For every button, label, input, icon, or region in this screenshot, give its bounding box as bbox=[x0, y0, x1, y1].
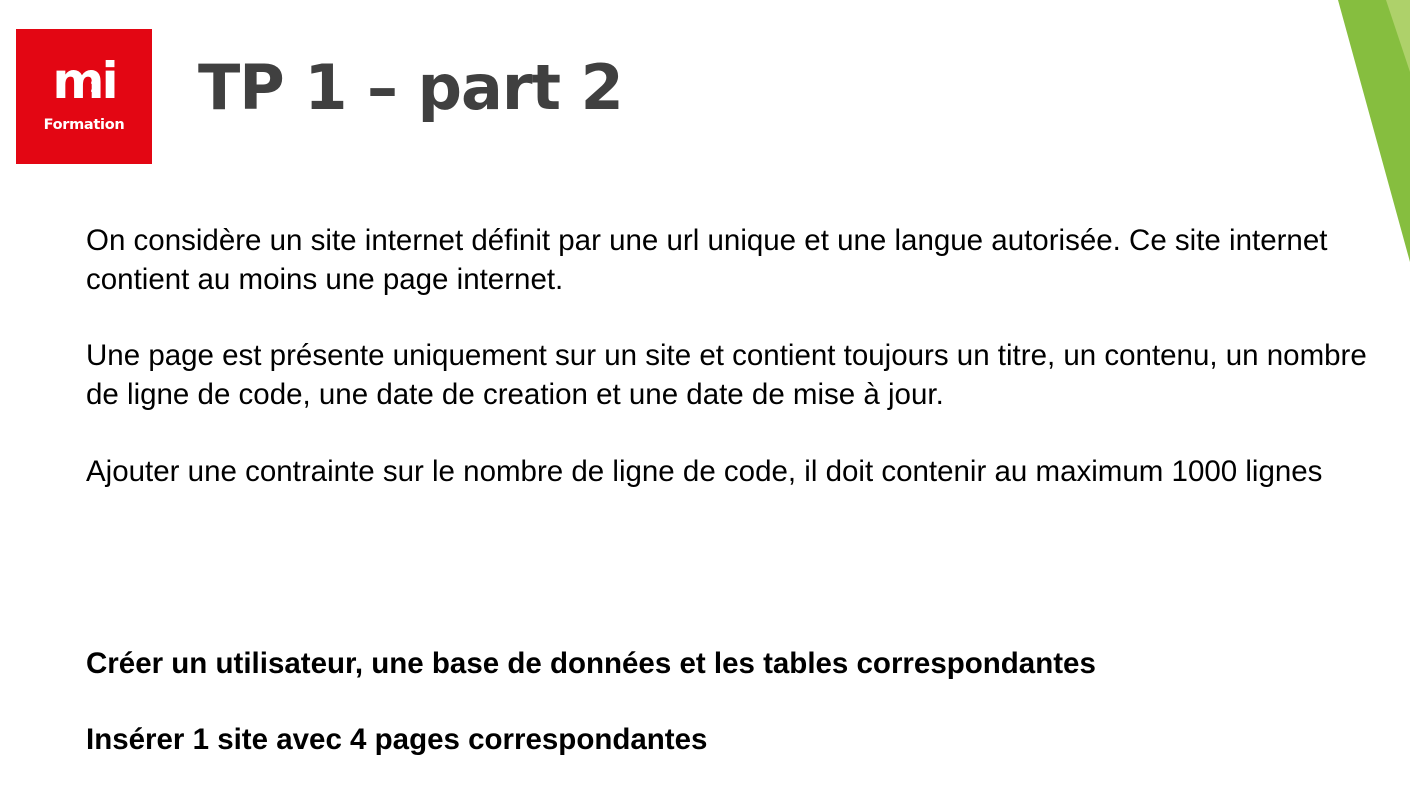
task-create-database: Créer un utilisateur, une base de donnée… bbox=[86, 647, 1096, 680]
m2i-formation-logo: mi 2 Formation bbox=[16, 29, 152, 164]
paragraph-constraint: Ajouter une contrainte sur le nombre de … bbox=[86, 455, 1323, 488]
logo-superscript: 2 bbox=[90, 78, 101, 96]
paragraph-page: Une page est présente uniquement sur un … bbox=[86, 339, 1367, 411]
logo-wordmark: mi bbox=[52, 52, 118, 110]
task-insert-site: Insérer 1 site avec 4 pages correspondan… bbox=[86, 723, 708, 756]
slide: mi 2 Formation TP 1 – part 2 On considèr… bbox=[0, 0, 1410, 807]
slide-title: TP 1 – part 2 bbox=[198, 51, 624, 124]
paragraph-site: On considère un site internet définit pa… bbox=[86, 224, 1328, 296]
logo-subtitle: Formation bbox=[43, 117, 125, 133]
